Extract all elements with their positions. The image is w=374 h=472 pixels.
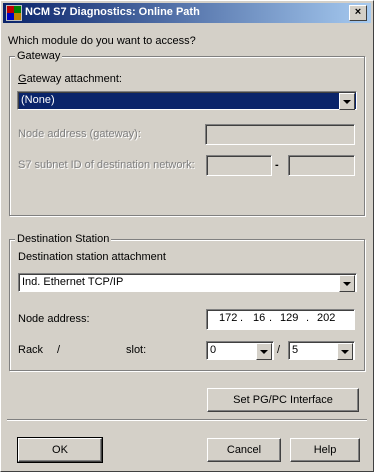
ip-dot-2: . <box>269 312 273 324</box>
ip-octet-1: 172 <box>219 312 238 324</box>
gateway-node-address-label: Node address (gateway): <box>18 128 141 140</box>
destination-attachment-value: Ind. Ethernet TCP/IP <box>22 276 124 288</box>
chevron-down-icon[interactable] <box>337 343 353 360</box>
dialog-window: NCM S7 Diagnostics: Online Path × Which … <box>0 0 374 472</box>
title-bar[interactable]: NCM S7 Diagnostics: Online Path × <box>3 3 371 23</box>
destination-attachment-label: Destination station attachment <box>18 251 166 263</box>
gateway-group-label: Gateway <box>15 50 63 62</box>
rack-combo[interactable]: 0 <box>206 341 274 360</box>
gateway-subnet-left-field[interactable] <box>206 155 272 176</box>
gateway-subnet-label: S7 subnet ID of destination network: <box>18 159 195 171</box>
rack-slot-slash: / <box>277 344 281 356</box>
set-pgpc-interface-label: Set PG/PC Interface <box>233 394 333 406</box>
close-icon: × <box>354 6 362 18</box>
slot-combo[interactable]: 5 <box>288 341 355 360</box>
cancel-label: Cancel <box>226 444 262 456</box>
gateway-subnet-right-field[interactable] <box>288 155 355 176</box>
gateway-attachment-value: (None) <box>21 94 55 106</box>
ip-octet-4: 202 <box>317 312 336 324</box>
gateway-attachment-label: Gateway attachment: <box>18 73 122 85</box>
set-pgpc-interface-button[interactable]: Set PG/PC Interface <box>207 388 359 412</box>
cancel-button[interactable]: Cancel <box>207 438 281 462</box>
help-button[interactable]: Help <box>290 438 360 462</box>
rack-value: 0 <box>210 344 217 356</box>
gateway-node-address-field[interactable] <box>205 124 355 145</box>
ip-dot-1: . <box>240 312 244 324</box>
window-title: NCM S7 Diagnostics: Online Path <box>25 6 200 18</box>
slot-label: slot: <box>126 344 147 356</box>
gateway-attachment-combo[interactable]: (None) <box>17 91 357 110</box>
destination-node-address-label: Node address: <box>18 313 90 325</box>
ip-octet-2: 16 <box>253 312 266 324</box>
slot-value: 5 <box>292 344 299 356</box>
destination-group-label: Destination Station <box>15 233 112 245</box>
prompt-text: Which module do you want to access? <box>8 35 196 47</box>
chevron-down-icon[interactable] <box>256 343 272 360</box>
ok-label: OK <box>52 444 68 456</box>
ip-octet-3: 129 <box>280 312 299 324</box>
ip-dot-3: . <box>306 312 310 324</box>
help-label: Help <box>313 444 337 456</box>
gateway-subnet-separator: - <box>275 159 279 171</box>
destination-ip-field[interactable]: 172 . 16 . 129 . 202 <box>206 309 355 330</box>
rack-slash: / <box>57 344 61 356</box>
simatic-app-icon <box>6 5 22 21</box>
rack-label: Rack <box>18 344 44 356</box>
close-button[interactable]: × <box>349 5 367 21</box>
destination-attachment-combo[interactable]: Ind. Ethernet TCP/IP <box>18 273 357 292</box>
chevron-down-icon[interactable] <box>339 275 355 292</box>
separator <box>7 419 367 421</box>
chevron-down-icon[interactable] <box>339 93 355 110</box>
ok-button[interactable]: OK <box>17 437 103 463</box>
